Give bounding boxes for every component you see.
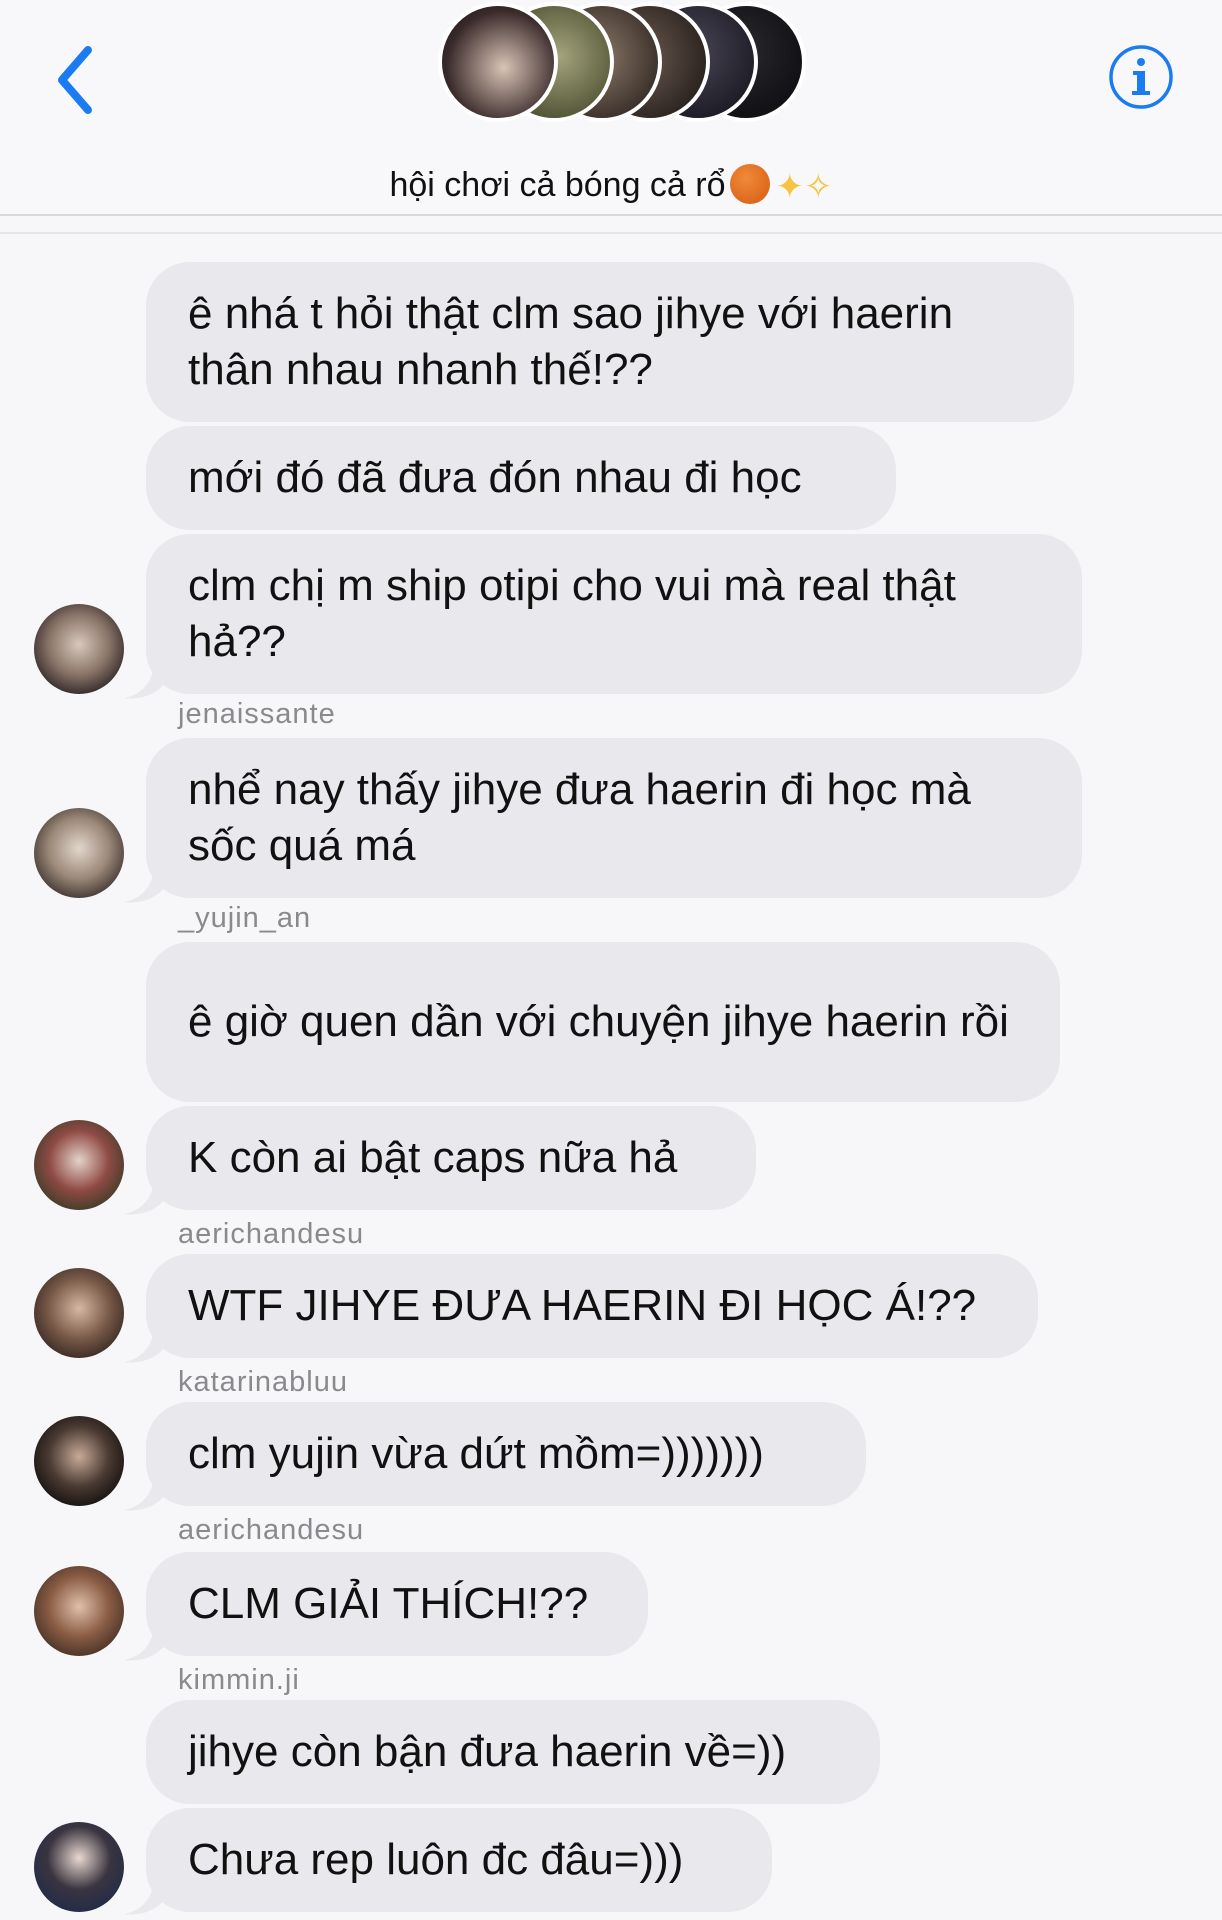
avatar[interactable] [34,1268,124,1358]
message-text: ê giờ quen dần với chuyện jihye haerin r… [188,997,1009,1046]
message-text: clm chị m ship otipi cho vui mà real thậ… [188,561,956,666]
group-title-text: hội chơi cả bóng cả rổ [389,166,726,204]
avatar[interactable] [34,1416,124,1506]
message-bubble[interactable]: Chưa rep luôn đc đâu=))) [146,1808,772,1912]
sender-name: jenaissante [178,698,336,730]
message-text: mới đó đã đưa đón nhau đi học [188,453,802,502]
avatar[interactable] [34,1120,124,1210]
bubble-tail [124,864,164,903]
group-avatars[interactable] [438,0,818,126]
message-text: jihye còn bận đưa haerin về=)) [188,1727,787,1776]
avatar[interactable] [34,808,124,898]
message-text: Chưa rep luôn đc đâu=))) [188,1835,684,1884]
header-divider-secondary [0,232,1222,234]
avatar[interactable] [34,1822,124,1912]
message-bubble[interactable]: ê giờ quen dần với chuyện jihye haerin r… [146,942,1060,1102]
message-text: nhể nay thấy jihye đưa haerin đi học mà … [188,765,971,870]
sender-name: kimmin.ji [178,1664,300,1696]
message-bubble[interactable]: K còn ai bật caps nữa hả [146,1106,756,1210]
message-bubble[interactable]: ê nhá t hỏi thật clm sao jihye với haeri… [146,262,1074,422]
message-text: WTF JIHYE ĐƯA HAERIN ĐI HỌC Á!?? [188,1281,977,1330]
info-icon [1109,45,1173,109]
sender-name: aerichandesu [178,1218,365,1250]
avatar [438,2,558,122]
header-divider [0,214,1222,216]
basketball-emoji-icon [729,164,770,204]
bubble-tail [124,1622,164,1661]
message-bubble[interactable]: CLM GIẢI THÍCH!?? [146,1552,648,1656]
message-bubble[interactable]: WTF JIHYE ĐƯA HAERIN ĐI HỌC Á!?? [146,1254,1038,1358]
bubble-tail [124,1472,164,1511]
back-button[interactable] [48,40,108,120]
message-bubble[interactable]: nhể nay thấy jihye đưa haerin đi học mà … [146,738,1082,898]
sparkles-emoji-icon: ✦✧ [775,168,833,206]
message-text: clm yujin vừa dứt mồm=))))))) [188,1429,764,1478]
message-text: ê nhá t hỏi thật clm sao jihye với haeri… [188,289,954,394]
message-bubble[interactable]: jihye còn bận đưa haerin về=)) [146,1700,880,1804]
info-button[interactable] [1108,44,1174,110]
message-bubble[interactable]: clm yujin vừa dứt mồm=))))))) [146,1402,866,1506]
bubble-tail [124,1176,164,1215]
avatar[interactable] [34,1566,124,1656]
message-text: CLM GIẢI THÍCH!?? [188,1579,589,1628]
message-bubble[interactable]: mới đó đã đưa đón nhau đi học [146,426,896,530]
sender-name: katarinabluu [178,1366,348,1398]
sender-name: _yujin_an [178,902,312,934]
message-bubble[interactable]: clm chị m ship otipi cho vui mà real thậ… [146,534,1082,694]
bubble-tail [124,1324,164,1363]
bubble-tail [124,660,164,699]
group-title[interactable]: hội chơi cả bóng cả rổ ✦✧ [0,164,1222,207]
sender-name: aerichandesu [178,1514,365,1546]
avatar[interactable] [34,604,124,694]
bubble-tail [124,1876,164,1915]
chevron-left-icon [58,46,92,114]
message-text: K còn ai bật caps nữa hả [188,1133,678,1182]
